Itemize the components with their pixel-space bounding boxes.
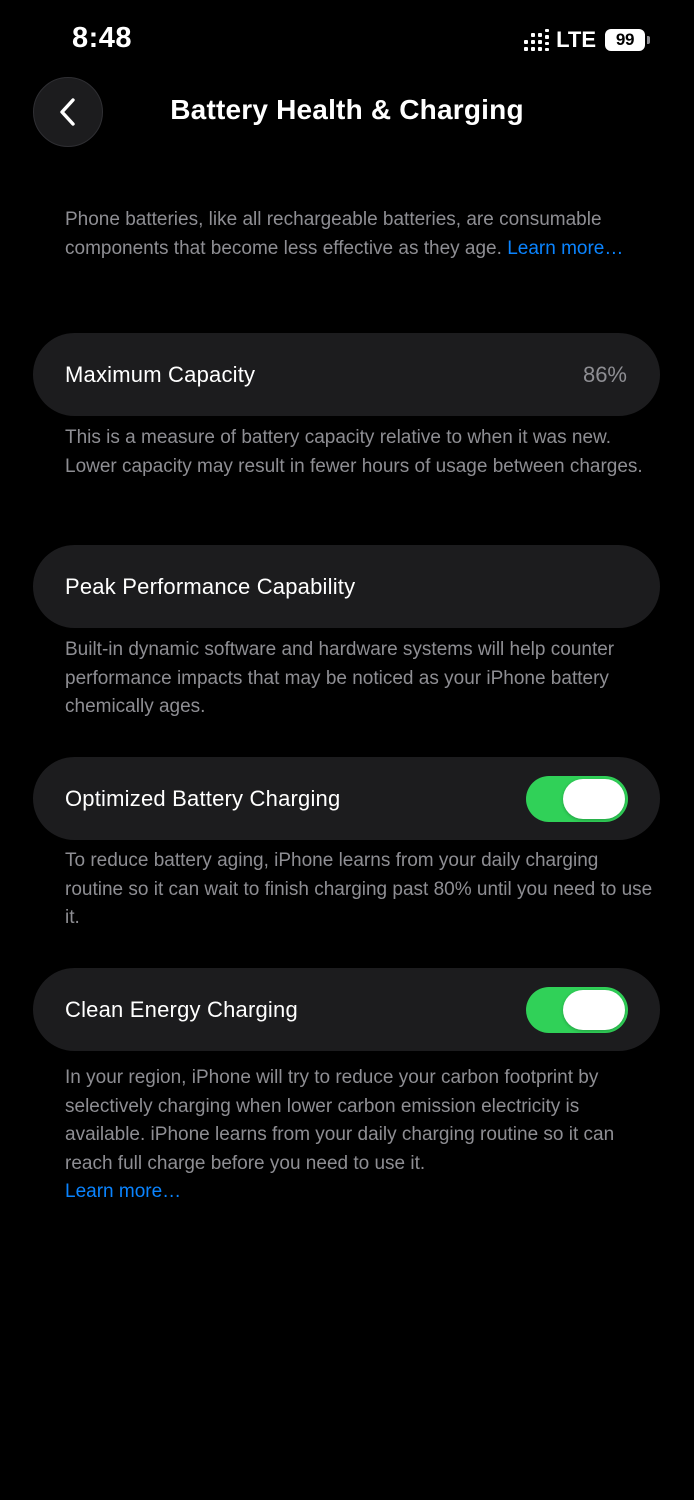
toggle-knob: [563, 779, 625, 819]
peak-performance-label: Peak Performance Capability: [65, 573, 356, 599]
intro-description: Phone batteries, like all rechargeable b…: [65, 206, 655, 263]
learn-more-link[interactable]: Learn more…: [507, 238, 623, 259]
maximum-capacity-value: 86%: [582, 361, 627, 387]
optimized-charging-description: To reduce battery aging, iPhone learns f…: [65, 850, 653, 928]
maximum-capacity-row[interactable]: Maximum Capacity 86%: [33, 333, 660, 416]
toggle-knob: [563, 990, 625, 1030]
network-type-label: LTE: [556, 27, 596, 52]
maximum-capacity-description: This is a measure of battery capacity re…: [65, 427, 643, 477]
status-indicators: LTE 99: [524, 27, 650, 53]
clean-energy-toggle[interactable]: [526, 987, 628, 1033]
status-time: 8:48: [72, 22, 133, 54]
maximum-capacity-label: Maximum Capacity: [65, 361, 256, 387]
page-title: Battery Health & Charging: [170, 94, 524, 125]
clean-energy-label: Clean Energy Charging: [65, 996, 298, 1022]
signal-bars-icon: [524, 29, 550, 51]
peak-performance-row[interactable]: Peak Performance Capability: [33, 545, 660, 628]
battery-level: 99: [605, 29, 645, 51]
clean-energy-description: In your region, iPhone will try to reduc…: [65, 1064, 655, 1207]
clean-energy-learn-more-link[interactable]: Learn more…: [65, 1181, 181, 1202]
clean-energy-row: Clean Energy Charging: [33, 968, 660, 1051]
optimized-charging-label: Optimized Battery Charging: [65, 785, 341, 811]
clean-energy-text: In your region, iPhone will try to reduc…: [65, 1067, 615, 1174]
optimized-charging-row: Optimized Battery Charging: [33, 757, 660, 840]
peak-performance-description: Built-in dynamic software and hardware s…: [65, 639, 615, 717]
battery-icon: 99: [605, 29, 650, 51]
status-bar: 8:48 LTE 99: [0, 0, 694, 80]
optimized-charging-toggle[interactable]: [526, 776, 628, 822]
